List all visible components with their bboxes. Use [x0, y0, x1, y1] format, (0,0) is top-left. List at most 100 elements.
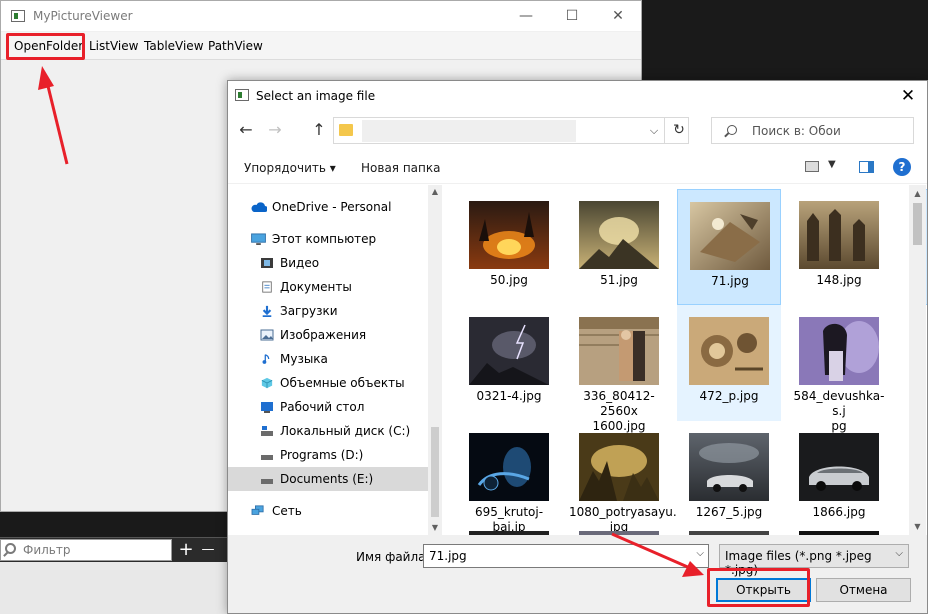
file-tile[interactable]: 1866.jpg: [787, 421, 891, 535]
nav-item-3d-objects[interactable]: Объемные объекты: [228, 371, 428, 395]
file-scroll-down[interactable]: ▼: [909, 518, 926, 535]
file-type-select[interactable]: Image files (*.png *.jpeg *.jpg) ⌵: [719, 544, 909, 577]
nav-item-this-pc[interactable]: Этот компьютер: [228, 227, 428, 251]
search-icon: [5, 543, 16, 554]
minimize-button[interactable]: —: [503, 1, 549, 31]
nav-item-drive-d[interactable]: Programs (D:): [228, 443, 428, 467]
nav-scroll-up[interactable]: ▲: [428, 185, 442, 199]
menu-tableview[interactable]: TableView: [144, 39, 204, 53]
preview-pane-icon[interactable]: [859, 161, 874, 173]
image-thumbnail: [579, 433, 659, 501]
search-input[interactable]: Поиск в: Обои: [711, 117, 914, 144]
dialog-title: Select an image file: [256, 89, 376, 103]
file-name: 1866.jpg: [812, 505, 866, 519]
folder-icon: [339, 124, 353, 136]
openfolder-annotation-box: [6, 33, 85, 60]
up-button[interactable]: ↑: [308, 119, 330, 141]
main-menubar: OpenFolder ListView TableView PathView: [1, 32, 641, 60]
nav-item-label: OneDrive - Personal: [272, 200, 392, 214]
forward-button[interactable]: →: [264, 119, 286, 141]
nav-scroll-down[interactable]: ▼: [428, 521, 442, 535]
image-thumbnail: [799, 433, 879, 501]
nav-item-label: Изображения: [280, 328, 367, 342]
refresh-button[interactable]: ↻: [666, 117, 692, 144]
nav-item-downloads[interactable]: Загрузки: [228, 299, 428, 323]
dialog-close-button[interactable]: ✕: [893, 83, 923, 109]
cancel-button[interactable]: Отмена: [816, 578, 911, 602]
3d-objects-icon: [261, 377, 273, 389]
main-titlebar: MyPictureViewer — ☐ ✕: [1, 1, 641, 31]
back-button[interactable]: ←: [235, 119, 257, 141]
desktop-icon: [261, 402, 273, 413]
chevron-down-icon[interactable]: ⌵: [696, 548, 704, 559]
menu-listview[interactable]: ListView: [89, 39, 138, 53]
image-thumbnail: [469, 433, 549, 501]
nav-item-music[interactable]: Музыка: [228, 347, 428, 371]
new-folder-button[interactable]: Новая папка: [361, 161, 440, 175]
nav-item-label: Локальный диск (C:): [280, 424, 411, 438]
navigation-bar: ← → ↑ ⌵ ↻ Поиск в: Обои: [228, 111, 927, 151]
music-icon: [262, 354, 270, 364]
file-tile[interactable]: 1267_5.jpg: [677, 421, 781, 535]
onedrive-icon: [251, 202, 267, 212]
file-tile[interactable]: 1080_potryasayu. jpg: [567, 421, 677, 535]
nav-item-drive-e[interactable]: Documents (E:): [228, 467, 428, 491]
address-bar[interactable]: ⌵: [333, 117, 689, 144]
dialog-toolbar: Упорядочить ▾ Новая папка ▼ ?: [228, 151, 927, 184]
network-icon: [251, 505, 264, 515]
file-tile[interactable]: 50.jpg: [457, 189, 561, 305]
nav-item-pictures[interactable]: Изображения: [228, 323, 428, 347]
view-mode-caret[interactable]: ▼: [828, 159, 836, 170]
nav-item-label: Видео: [280, 256, 320, 270]
file-tile[interactable]: 695_krutoj-baj.jpg: [457, 421, 561, 535]
nav-item-label: Музыка: [280, 352, 328, 366]
nav-scroll-thumb[interactable]: [431, 427, 439, 517]
view-mode-icon[interactable]: [805, 161, 819, 172]
nav-item-label: Documents (E:): [280, 472, 374, 486]
filename-value: 71.jpg: [429, 549, 467, 563]
remove-button[interactable]: —: [198, 539, 218, 561]
file-tile[interactable]: 336_80412-2560x 1600.jpg: [567, 305, 671, 433]
nav-item-video[interactable]: Видео: [228, 251, 428, 275]
drive-icon: [261, 426, 273, 436]
video-icon: [261, 258, 273, 268]
image-thumbnail: [799, 201, 879, 269]
file-tile[interactable]: 148.jpg: [787, 189, 891, 305]
chevron-down-icon: ⌵: [895, 548, 903, 559]
nav-item-label: Документы: [280, 280, 352, 294]
open-file-dialog: Select an image file ✕ ← → ↑ ⌵ ↻ Поиск в…: [227, 80, 928, 614]
file-tile-selected[interactable]: 71.jpg: [677, 189, 781, 305]
menu-pathview[interactable]: PathView: [208, 39, 263, 53]
nav-item-documents[interactable]: Документы: [228, 275, 428, 299]
nav-item-drive-c[interactable]: Локальный диск (C:): [228, 419, 428, 443]
add-button[interactable]: +: [176, 539, 196, 561]
file-name: 1267_5.jpg: [695, 505, 763, 519]
close-button[interactable]: ✕: [595, 1, 641, 31]
file-name: 50.jpg: [490, 273, 528, 287]
nav-item-desktop[interactable]: Рабочий стол: [228, 395, 428, 419]
file-scroll-thumb[interactable]: [913, 203, 922, 245]
documents-icon: [262, 281, 272, 293]
file-scroll-up[interactable]: ▲: [909, 185, 926, 202]
file-tile[interactable]: 51.jpg: [567, 189, 671, 305]
filter-input[interactable]: Фильтр: [0, 539, 172, 561]
file-tile[interactable]: 584_devushka-s.j pg: [787, 305, 891, 433]
filename-input[interactable]: 71.jpg ⌵: [423, 544, 709, 568]
downloads-icon: [262, 305, 272, 317]
filename-label: Имя файла:: [356, 550, 430, 564]
file-tile-hovered[interactable]: 472_p.jpg: [677, 305, 781, 421]
main-window-title: MyPictureViewer: [33, 9, 133, 23]
filter-placeholder: Фильтр: [23, 543, 71, 557]
navigation-pane: OneDrive - Personal Этот компьютер Видео…: [228, 185, 442, 535]
nav-item-onedrive[interactable]: OneDrive - Personal: [228, 195, 428, 219]
address-dropdown-button[interactable]: ⌵: [642, 118, 666, 143]
search-placeholder: Поиск в: Обои: [752, 124, 841, 138]
file-tile[interactable]: 0321-4.jpg: [457, 305, 561, 421]
nav-item-network[interactable]: Сеть: [228, 499, 428, 523]
organize-button[interactable]: Упорядочить ▾: [244, 161, 336, 175]
help-icon[interactable]: ?: [893, 158, 911, 176]
pictures-icon: [260, 329, 274, 341]
image-thumbnail: [799, 317, 879, 385]
maximize-button[interactable]: ☐: [549, 1, 595, 31]
app-icon: [11, 10, 25, 22]
